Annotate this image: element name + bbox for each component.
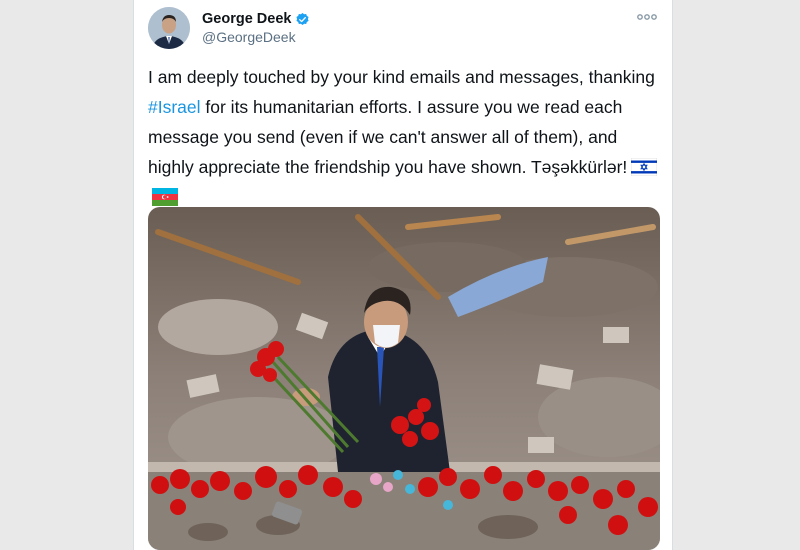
display-name[interactable]: George Deek [202, 11, 291, 27]
azerbaijan-flag-icon [152, 188, 178, 206]
israel-flag-icon [631, 158, 658, 176]
user-handle[interactable]: @GeorgeDeek [202, 29, 296, 45]
verified-badge-icon [296, 12, 310, 25]
hashtag-link[interactable]: #Israel [148, 97, 201, 117]
more-options-icon[interactable] [636, 9, 658, 25]
tweet-card: George Deek @GeorgeDeek I am deeply touc… [133, 0, 673, 550]
tweet-photo[interactable] [148, 207, 660, 550]
tweet-text-part2: for its humanitarian efforts. I assure y… [148, 97, 628, 177]
avatar[interactable] [148, 7, 190, 49]
tweet-text-part1: I am deeply touched by your kind emails … [148, 67, 655, 87]
tweet-header: George Deek @GeorgeDeek [148, 7, 658, 51]
tweet-text: I am deeply touched by your kind emails … [148, 62, 660, 212]
